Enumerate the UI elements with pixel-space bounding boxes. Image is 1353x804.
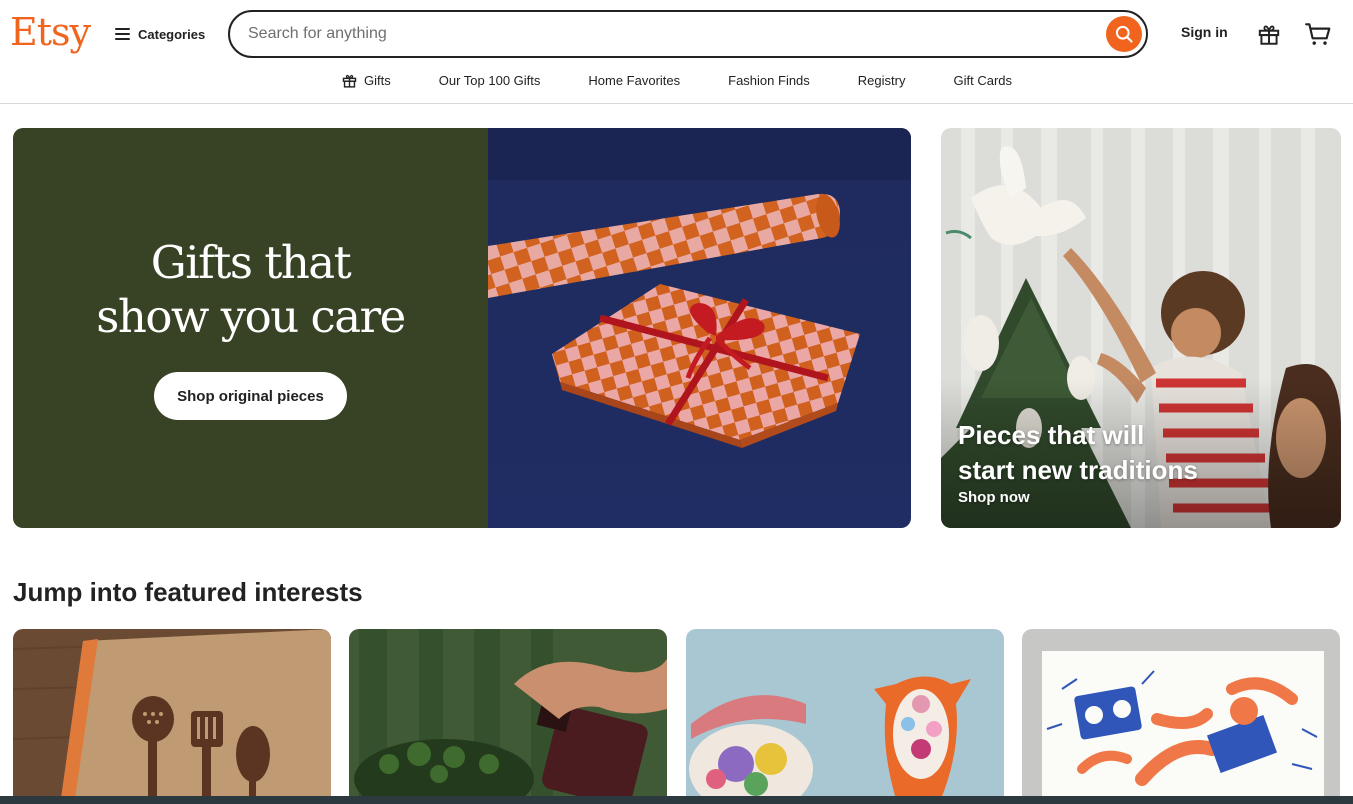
search-icon [1115, 25, 1133, 43]
nav-label: Gifts [364, 72, 391, 88]
featured-interests-heading: Jump into featured interests [13, 577, 363, 607]
featured-interests-row [13, 629, 1341, 799]
hero-title: Gifts that show you care [13, 236, 488, 344]
interest-tile-illustration-print[interactable] [1022, 629, 1340, 799]
nav-item-gift-cards[interactable]: Gift Cards [929, 73, 1036, 88]
interest-tile-sage-spray[interactable] [349, 629, 667, 799]
sign-in-button[interactable]: Sign in [1181, 24, 1228, 40]
shop-original-pieces-button[interactable]: Shop original pieces [154, 372, 347, 420]
search-input[interactable] [248, 22, 1088, 46]
nav-item-registry[interactable]: Registry [834, 73, 930, 88]
traditions-card-title: Pieces that will start new traditions [958, 418, 1258, 488]
nav-item-home-favorites[interactable]: Home Favorites [564, 73, 704, 88]
traditions-title-line-1: Pieces that will [958, 420, 1145, 450]
interest-tile-embroidered-art[interactable] [686, 629, 1004, 799]
nav-item-top-100-gifts[interactable]: Our Top 100 Gifts [415, 73, 565, 88]
sage-spray-image [349, 629, 667, 799]
site-header: Etsy Categories Sign in [0, 0, 1353, 104]
interest-tile-cutting-board[interactable] [13, 629, 331, 799]
hero-image[interactable] [488, 128, 911, 528]
hero-title-line-1: Gifts that [150, 236, 352, 289]
traditions-title-line-2: start new traditions [958, 455, 1198, 485]
embroidered-figures-image [686, 629, 1004, 799]
nav-item-fashion-finds[interactable]: Fashion Finds [704, 73, 834, 88]
hero-title-line-2: show you care [96, 290, 406, 343]
etsy-logo[interactable]: Etsy [10, 8, 91, 56]
gift-icon [342, 74, 357, 88]
search-button[interactable] [1106, 16, 1142, 52]
menu-icon [115, 28, 130, 40]
search-bar [228, 10, 1148, 58]
category-nav: Gifts Our Top 100 Gifts Home Favorites F… [0, 66, 1353, 94]
categories-label: Categories [138, 26, 206, 42]
nav-item-gifts[interactable]: Gifts [317, 72, 415, 89]
hero-text-panel: Gifts that show you care Shop original p… [13, 128, 488, 528]
shop-now-link[interactable]: Shop now [958, 489, 1030, 506]
categories-button[interactable]: Categories [115, 22, 205, 46]
gift-icon[interactable] [1256, 21, 1282, 47]
bottom-taskbar-strip [0, 796, 1353, 804]
wooden-board-image [13, 629, 331, 799]
cart-icon[interactable] [1304, 21, 1332, 47]
hero-banner: Gifts that show you care Shop original p… [13, 128, 911, 528]
traditions-card[interactable]: Pieces that will start new traditions Sh… [941, 128, 1341, 528]
illustration-print-image [1022, 629, 1340, 799]
wrapped-gift-image [488, 128, 911, 448]
